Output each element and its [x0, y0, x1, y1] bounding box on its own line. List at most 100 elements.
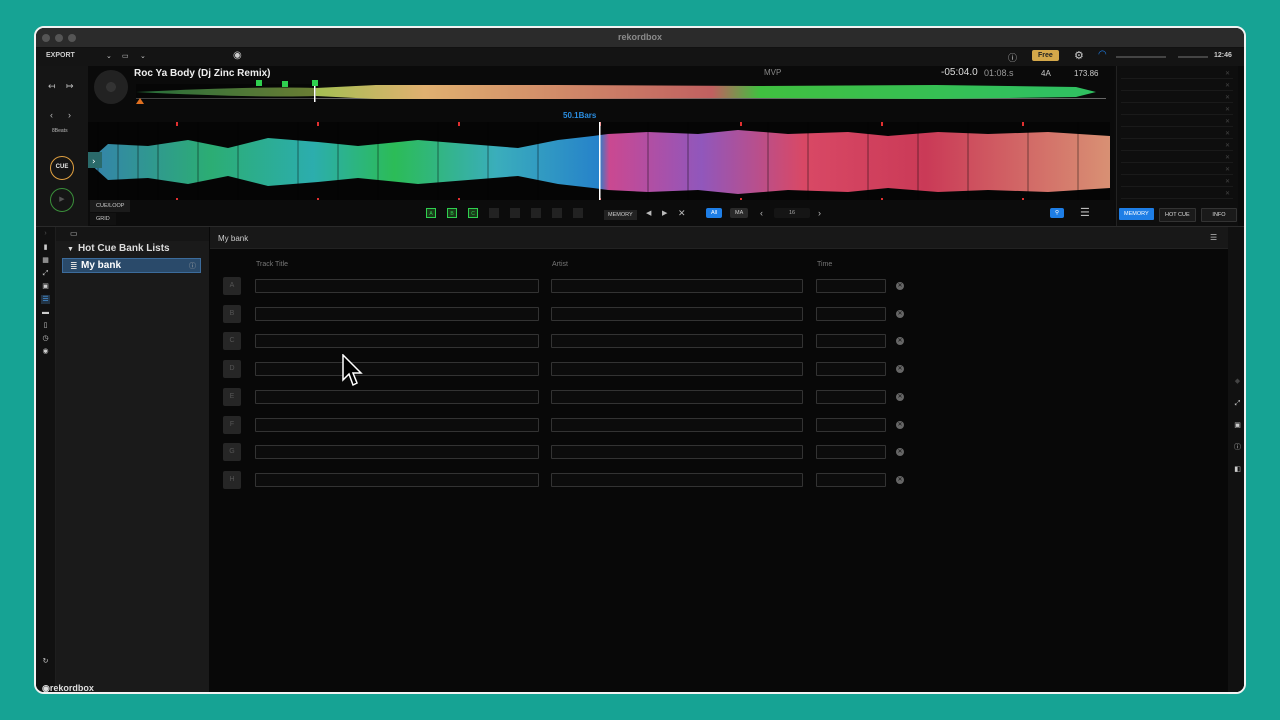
master-volume-slider[interactable]	[1116, 56, 1166, 58]
time-cell[interactable]	[816, 306, 886, 321]
hot-cue-bank-icon[interactable]: ☰	[41, 295, 50, 304]
artist-cell[interactable]	[551, 334, 803, 349]
artist-cell[interactable]	[551, 472, 803, 487]
hotcue-mini-e[interactable]	[510, 208, 520, 218]
track-title-cell[interactable]	[255, 472, 539, 487]
record-library-icon[interactable]: ◉	[41, 347, 50, 356]
panel-icon[interactable]: ◧	[1233, 465, 1242, 474]
bookmark-icon[interactable]: ▮	[41, 243, 50, 252]
clear-slot-icon[interactable]: ✕	[896, 420, 904, 429]
memory-prev-icon[interactable]: ◀	[646, 209, 651, 217]
cue-button[interactable]: CUE	[50, 156, 74, 180]
clear-slot-icon[interactable]: ✕	[896, 475, 904, 484]
hotcue-slot-letter[interactable]: G	[223, 443, 241, 462]
cue-delete-icon[interactable]: ✕	[1225, 154, 1230, 161]
hotcue-mini-h[interactable]	[573, 208, 583, 218]
beat-jump-back-icon[interactable]: ‹	[50, 110, 53, 120]
page-next-icon[interactable]: ›	[818, 208, 821, 218]
cue-delete-icon[interactable]: ✕	[1225, 82, 1230, 89]
hotcue-mini-b[interactable]: B	[447, 208, 457, 218]
main-waveform[interactable]: ›	[88, 122, 1110, 202]
memory-next-icon[interactable]: ▶	[662, 209, 667, 217]
column-time[interactable]: Time	[817, 261, 832, 268]
collapse-chevron-icon[interactable]: ›	[41, 229, 50, 238]
clear-slot-icon[interactable]: ✕	[896, 282, 904, 290]
track-title-cell[interactable]	[255, 362, 539, 377]
hotcue-mini-a[interactable]: A	[426, 208, 436, 218]
time-cell[interactable]	[816, 472, 886, 487]
info-icon[interactable]: ⓘ	[1008, 51, 1017, 64]
device-icon[interactable]: ▬	[41, 308, 50, 317]
tree-item-my-bank[interactable]: ≣ My bank ⓘ	[62, 258, 201, 273]
time-cell[interactable]	[816, 417, 886, 432]
mobile-icon[interactable]: ▯	[41, 321, 50, 330]
cue-delete-icon[interactable]: ✕	[1225, 142, 1230, 149]
track-title-cell[interactable]	[255, 389, 539, 404]
artist-cell[interactable]	[551, 306, 803, 321]
cue-delete-icon[interactable]: ✕	[1225, 118, 1230, 125]
artist-cell[interactable]	[551, 389, 803, 404]
cue-delete-icon[interactable]: ✕	[1225, 178, 1230, 185]
cue-delete-icon[interactable]: ✕	[1225, 70, 1230, 77]
time-cell[interactable]	[816, 389, 886, 404]
tab-info[interactable]: INFO	[1201, 208, 1237, 222]
explorer-icon[interactable]: ▣	[41, 282, 50, 291]
memory-delete-icon[interactable]: ✕	[678, 208, 686, 219]
hotcue-mini-d[interactable]	[489, 208, 499, 218]
cue-loop-tab[interactable]: CUE/LOOP	[90, 200, 131, 212]
hotcue-slot-letter[interactable]: F	[223, 415, 241, 434]
artist-cell[interactable]	[551, 417, 803, 432]
cue-delete-icon[interactable]: ✕	[1225, 130, 1230, 137]
panel-toggle-icon[interactable]: ▭	[70, 229, 78, 238]
all-toggle[interactable]: All	[706, 208, 723, 218]
expand-triangle-icon[interactable]: ▼	[67, 246, 74, 253]
clear-slot-icon[interactable]: ✕	[896, 309, 904, 318]
loop-out-icon[interactable]: ↦	[66, 81, 74, 92]
hotcue-slot-letter[interactable]: B	[223, 304, 241, 323]
sync-icon[interactable]: ↻	[41, 657, 50, 666]
track-title-cell[interactable]	[255, 334, 539, 349]
beat-jump-forward-icon[interactable]: ›	[68, 110, 71, 120]
info-icon[interactable]: ⓘ	[189, 261, 196, 271]
grid-tab[interactable]: GRID	[90, 213, 116, 225]
clear-slot-icon[interactable]: ✕	[896, 337, 904, 346]
cue-delete-icon[interactable]: ✕	[1225, 190, 1230, 197]
collection-icon[interactable]: ▦	[41, 256, 50, 265]
loop-in-icon[interactable]: ↤	[48, 81, 56, 92]
layout-icon[interactable]: ▭	[122, 52, 129, 60]
cue-delete-icon[interactable]: ✕	[1225, 94, 1230, 101]
layout-dropdown-chevron-icon[interactable]: ⌄	[140, 52, 146, 60]
hotcue-slot-letter[interactable]: D	[223, 360, 241, 379]
history-icon[interactable]: ◷	[41, 334, 50, 343]
time-cell[interactable]	[816, 362, 886, 377]
export-mode-label[interactable]: EXPORT	[46, 52, 75, 59]
headphone-volume-slider[interactable]	[1178, 56, 1208, 58]
column-artist[interactable]: Artist	[552, 261, 568, 268]
hotcue-slot-letter[interactable]: C	[223, 332, 241, 351]
hotcue-slot-letter[interactable]: A	[223, 277, 241, 295]
tag-icon[interactable]: ◆	[1233, 377, 1242, 386]
clear-slot-icon[interactable]: ✕	[896, 392, 904, 401]
settings-gear-icon[interactable]: ⚙	[1074, 49, 1084, 62]
tab-memory[interactable]: MEMORY	[1119, 208, 1154, 220]
link-icon[interactable]: ⤢	[1233, 399, 1242, 408]
hotcue-slot-letter[interactable]: E	[223, 387, 241, 406]
hotcue-slot-letter[interactable]: H	[223, 470, 241, 489]
explorer-icon[interactable]: ▣	[1233, 421, 1242, 430]
artist-cell[interactable]	[551, 279, 803, 293]
beats-value[interactable]: 8Beats	[52, 128, 68, 134]
overview-waveform[interactable]	[136, 80, 1106, 104]
ma-toggle[interactable]: MA	[730, 208, 749, 218]
clear-slot-icon[interactable]: ✕	[896, 448, 904, 457]
column-track-title[interactable]: Track Title	[256, 261, 288, 268]
track-title-cell[interactable]	[255, 279, 539, 293]
mode-dropdown-chevron-icon[interactable]: ⌄	[106, 52, 112, 60]
hotcue-mini-c[interactable]: C	[468, 208, 478, 218]
tree-root[interactable]: ▼ Hot Cue Bank Lists	[67, 243, 170, 254]
hotcue-mini-f[interactable]	[531, 208, 541, 218]
play-button[interactable]: ▶	[50, 188, 74, 212]
track-title-cell[interactable]	[255, 445, 539, 460]
cue-delete-icon[interactable]: ✕	[1225, 106, 1230, 113]
column-menu-icon[interactable]: ☰	[1210, 233, 1217, 242]
record-icon[interactable]: ◉	[233, 50, 242, 61]
